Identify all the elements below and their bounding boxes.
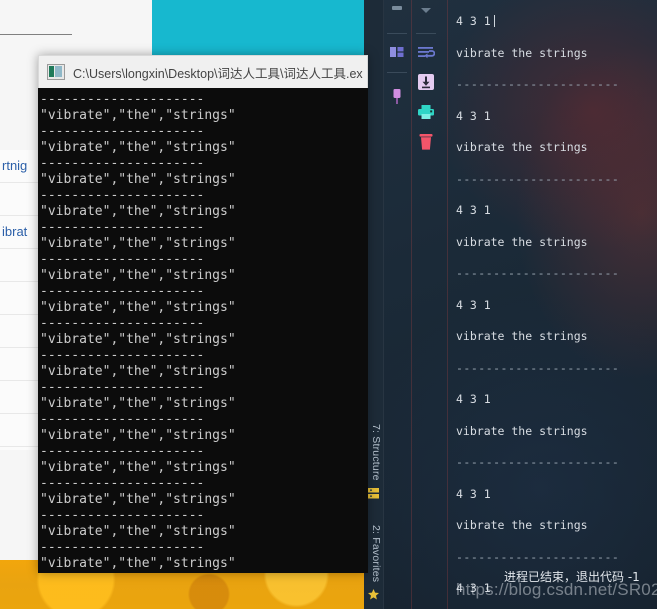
- console-line-numbers: 4 3 1: [456, 6, 657, 38]
- pin-tab-icon[interactable]: [384, 84, 410, 110]
- list-item: [0, 381, 40, 414]
- console-line-words: vibrate the strings: [456, 329, 588, 343]
- ide-console-output[interactable]: 4 3 1 vibrate the strings ----------------…: [448, 0, 657, 609]
- trash-icon[interactable]: [413, 129, 439, 155]
- cmd-title-bar[interactable]: C:\Users\longxin\Desktop\词达人工具\词达人工具.ex: [38, 55, 368, 88]
- console-app-icon: [47, 64, 65, 80]
- watermark: https://blog.csdn.net/SR02020: [456, 580, 657, 599]
- background-divider: [0, 34, 72, 35]
- list-item: [0, 183, 40, 216]
- console-line-separator: ----------------------: [456, 77, 620, 91]
- list-item: [0, 414, 40, 447]
- toolbar-separator: [416, 33, 436, 34]
- console-line-separator: ----------------------: [456, 266, 620, 280]
- run-toolbar-right: [412, 0, 440, 159]
- tab-favorites-label: 2: Favorites: [370, 525, 382, 583]
- console-line-numbers: 4 3 1: [456, 203, 491, 217]
- toolbar-separator: [387, 72, 407, 73]
- scroll-to-end-icon[interactable]: [413, 69, 439, 95]
- list-item: rtnig: [0, 150, 40, 183]
- console-line-words: vibrate the strings: [456, 423, 588, 438]
- console-line-words: vibrate the strings: [456, 140, 588, 154]
- structure-icon: [367, 487, 380, 500]
- console-line-numbers: 4 3 1: [456, 392, 491, 406]
- console-line-words: vibrate the strings: [456, 45, 588, 60]
- background-cyan-panel: [152, 0, 364, 58]
- chevron-down-icon[interactable]: [413, 0, 439, 26]
- run-toolbar-left: [383, 0, 411, 114]
- star-icon: [367, 588, 380, 601]
- console-line-words: vibrate the strings: [456, 234, 588, 249]
- background-word-list: rtnig ibrat: [0, 150, 41, 450]
- soft-wrap-icon[interactable]: [413, 39, 439, 65]
- list-item: [0, 348, 40, 381]
- cmd-title-text: C:\Users\longxin\Desktop\词达人工具\词达人工具.ex: [73, 66, 363, 81]
- console-line-separator: ----------------------: [456, 455, 620, 469]
- rerun-icon[interactable]: [384, 0, 410, 26]
- cmd-output-area[interactable]: --------------------- "vibrate","the","s…: [38, 88, 368, 573]
- layout-settings-icon[interactable]: [384, 39, 410, 65]
- toolbar-separator: [387, 33, 407, 34]
- list-item: [0, 282, 40, 315]
- console-line-numbers: 4 3 1: [456, 297, 491, 312]
- screenshot-root: rtnig ibrat 7: Structure 2: Favorites 4 …: [0, 0, 657, 609]
- ide-run-panel: 7: Structure 2: Favorites 4 3 1 vibrate …: [364, 0, 657, 609]
- console-line-numbers: 4 3 1: [456, 486, 491, 501]
- console-line-words: vibrate the strings: [456, 605, 657, 609]
- console-line-separator: ----------------------: [456, 360, 620, 375]
- console-line-separator: ----------------------: [456, 171, 620, 186]
- tab-structure-label: 7: Structure: [370, 424, 382, 481]
- cmd-console-window[interactable]: C:\Users\longxin\Desktop\词达人工具\词达人工具.ex …: [38, 55, 368, 573]
- list-item: ibrat: [0, 216, 40, 249]
- print-icon[interactable]: [413, 99, 439, 125]
- console-line-numbers: 4 3 1: [456, 108, 491, 123]
- list-item: [0, 315, 40, 348]
- console-line-words: vibrate the strings: [456, 518, 588, 532]
- text-caret: [493, 15, 495, 27]
- list-item: [0, 249, 40, 282]
